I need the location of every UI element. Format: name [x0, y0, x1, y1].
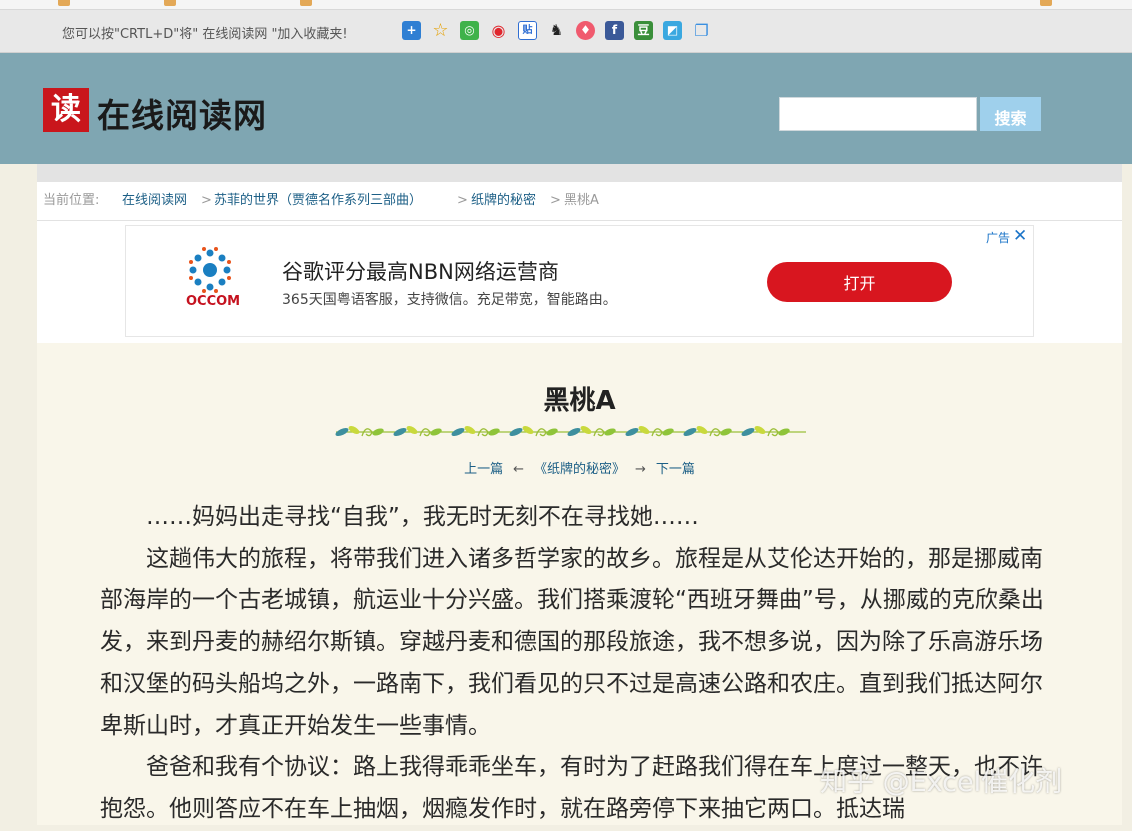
- article-title: 黑桃A: [543, 386, 616, 416]
- copy-icon[interactable]: ❐: [692, 21, 711, 40]
- ad-open-button[interactable]: 打开: [767, 262, 952, 302]
- book-index-link[interactable]: 《纸牌的秘密》: [534, 462, 625, 477]
- renren-icon[interactable]: ♦: [576, 21, 595, 40]
- top-divider: [37, 164, 1122, 182]
- ad-label: 广告: [986, 231, 1011, 245]
- bookmark-hint-text: 您可以按"CRTL+D"将" 在线阅读网 "加入收藏夹!: [62, 27, 348, 42]
- site-header: 读 在线阅读网 搜索: [0, 53, 1132, 164]
- bookmark-icon[interactable]: [1040, 0, 1052, 6]
- breadcrumb-home[interactable]: 在线阅读网: [122, 182, 187, 220]
- notice-bar: 您可以按"CRTL+D"将" 在线阅读网 "加入收藏夹! + ☆ ◎ ◉ 贴 ♞…: [0, 10, 1132, 53]
- logo-icon[interactable]: 读: [43, 88, 89, 132]
- leaf-vine-divider-icon: [335, 423, 806, 439]
- bookmark-icon[interactable]: [164, 0, 176, 6]
- weibo-icon[interactable]: ◉: [489, 21, 508, 40]
- facebook-icon[interactable]: f: [605, 21, 624, 40]
- bookmark-icon[interactable]: [300, 0, 312, 6]
- left-arrow-icon: ←: [513, 462, 524, 477]
- ad-brand-name: OCCOM: [186, 294, 241, 309]
- paragraph: ……妈妈出走寻找“自我”，我无时无刻不在寻找她……: [146, 504, 699, 530]
- ad-description: 365天国粤语客服，支持微信。充足带宽，智能路由。: [282, 292, 617, 308]
- ad-banner[interactable]: OCCOM 谷歌评分最高NBN网络运营商 365天国粤语客服，支持微信。充足带宽…: [125, 225, 1034, 337]
- douban-icon[interactable]: 豆: [634, 21, 653, 40]
- breadcrumb-separator: >: [457, 193, 468, 208]
- breadcrumb-section[interactable]: 纸牌的秘密: [471, 182, 536, 220]
- plus-icon[interactable]: +: [402, 21, 421, 40]
- search-button[interactable]: 搜索: [980, 97, 1041, 131]
- search-input[interactable]: [779, 97, 977, 131]
- breadcrumb-book[interactable]: 苏菲的世界（贾德名作系列三部曲）: [214, 182, 422, 220]
- breadcrumb-separator: >: [550, 193, 561, 208]
- bookmark-icon[interactable]: [58, 0, 70, 6]
- ad-title[interactable]: 谷歌评分最高NBN网络运营商: [282, 256, 559, 286]
- tieba-icon[interactable]: 贴: [518, 21, 537, 40]
- bookmarks-bar: [0, 0, 1132, 10]
- breadcrumb-separator: >: [201, 193, 212, 208]
- wechat-icon[interactable]: ◎: [460, 21, 479, 40]
- prev-chapter-link[interactable]: 上一篇: [464, 462, 503, 477]
- qq-icon[interactable]: ♞: [547, 21, 566, 40]
- breadcrumb: 当前位置: 在线阅读网 > 苏菲的世界（贾德名作系列三部曲） > 纸牌的秘密 >…: [37, 182, 1122, 221]
- ad-container: OCCOM 谷歌评分最高NBN网络运营商 365天国粤语客服，支持微信。充足带宽…: [37, 221, 1122, 343]
- site-name[interactable]: 在线阅读网: [97, 89, 267, 137]
- ad-close-icon[interactable]: ✕: [1013, 226, 1027, 246]
- next-chapter-link[interactable]: 下一篇: [656, 462, 695, 477]
- kaixin-icon[interactable]: ◩: [663, 21, 682, 40]
- star-icon[interactable]: ☆: [431, 21, 450, 40]
- paragraph: 这趟伟大的旅程，将带我们进入诸多哲学家的故乡。旅程是从艾伦达开始的，那是挪威南部…: [100, 545, 1044, 739]
- content-area: 当前位置: 在线阅读网 > 苏菲的世界（贾德名作系列三部曲） > 纸牌的秘密 >…: [37, 164, 1122, 825]
- breadcrumb-current: 黑桃A: [564, 193, 599, 208]
- right-arrow-icon: →: [635, 462, 646, 477]
- breadcrumb-prefix: 当前位置:: [43, 193, 100, 208]
- watermark-text: 知乎 @Excel催化剂: [820, 767, 1063, 798]
- chapter-nav: 上一篇 ← 《纸牌的秘密》 → 下一篇: [37, 458, 1122, 477]
